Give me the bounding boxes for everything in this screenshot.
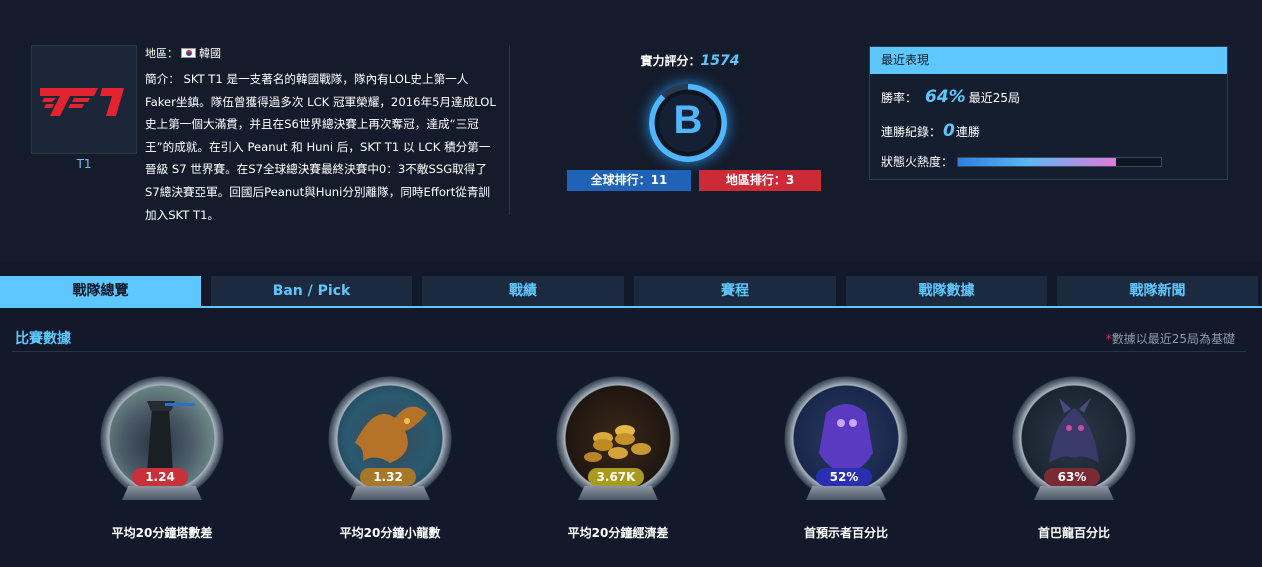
grade-badge: B: [649, 84, 727, 162]
heat-label: 狀態火熱度：: [881, 155, 954, 169]
stat-medal: 52%: [782, 376, 910, 500]
stat-medal: 3.67K: [554, 376, 682, 500]
stat-label: 首預示者百分比: [803, 526, 888, 540]
stat-dragon-count: 1.32 平均20分鐘小龍數: [326, 376, 454, 546]
section-title: 比賽數據: [15, 331, 71, 347]
stat-medal: 1.24: [98, 376, 226, 500]
grade-letter: B: [673, 98, 703, 142]
stat-medal: 1.32: [326, 376, 454, 500]
stat-value-pill: 52%: [816, 468, 872, 486]
stat-label: 平均20分鐘小龍數: [339, 526, 441, 540]
korea-flag-icon: [181, 48, 196, 58]
region-label: 地區：: [145, 47, 178, 60]
stat-label: 平均20分鐘經濟差: [567, 526, 669, 540]
tab-schedule[interactable]: 賽程: [634, 276, 836, 306]
team-name: T1: [76, 157, 92, 171]
section-divider: [12, 351, 1246, 352]
stat-tower-diff: 1.24 平均20分鐘塔數差: [98, 376, 226, 546]
winrate-suffix: 最近25局: [968, 91, 1020, 105]
region-value: 韓國: [199, 47, 221, 60]
rating-score: 實力評分：1574: [560, 52, 820, 69]
t1-logo-icon: [40, 88, 124, 116]
stat-first-herald: 52% 首預示者百分比: [782, 376, 910, 546]
heat-bar-fill: [958, 158, 1117, 166]
divider: [509, 45, 510, 215]
global-rank-badge: 全球排行：11: [567, 170, 691, 191]
heat-row: 狀態火熱度：: [881, 153, 1163, 170]
stat-value-pill: 3.67K: [588, 468, 644, 486]
streak-value: 0: [943, 121, 955, 141]
team-description: 簡介： SKT T1 是一支著名的韓國戰隊，隊內有LOL史上第一人Faker坐鎮…: [145, 72, 496, 222]
team-region: 地區： 韓國: [145, 45, 221, 61]
stat-label: 平均20分鐘塔數差: [111, 526, 213, 540]
winrate-label: 勝率：: [881, 91, 918, 105]
tab-underline: [0, 306, 1262, 308]
stat-medal: 63%: [1010, 376, 1138, 500]
stat-value-pill: 63%: [1044, 468, 1100, 486]
winrate-value: 64%: [925, 87, 966, 107]
stat-value-pill: 1.32: [360, 468, 416, 486]
tab-ban-pick[interactable]: Ban / Pick: [211, 276, 412, 306]
winrate-row: 勝率： 64% 最近25局: [881, 87, 1020, 107]
stat-first-baron: 63% 首巴龍百分比: [1010, 376, 1138, 546]
team-logo: [31, 45, 137, 154]
tab-team-overview[interactable]: 戰隊總覽: [0, 276, 201, 307]
team-header: T1 地區： 韓國 簡介： SKT T1 是一支著名的韓國戰隊，隊內有LOL史上…: [0, 0, 1262, 262]
tab-bar: 戰隊總覽 Ban / Pick 戰績 賽程 戰隊數據 戰隊新聞: [0, 276, 1262, 308]
streak-suffix: 連勝: [955, 125, 980, 139]
stat-gold-diff: 3.67K 平均20分鐘經濟差: [554, 376, 682, 546]
recent-performance-panel: 最近表現 勝率： 64% 最近25局 連勝紀錄： 0 連勝 狀態火熱度：: [869, 46, 1228, 180]
tab-team-data[interactable]: 戰隊數據: [846, 276, 1047, 306]
tab-record[interactable]: 戰績: [422, 276, 624, 306]
stat-value-pill: 1.24: [132, 468, 188, 486]
rating-value: 1574: [700, 53, 740, 69]
recent-performance-title: 最近表現: [870, 47, 1227, 74]
streak-label: 連勝紀錄：: [881, 125, 942, 139]
stat-label: 首巴龍百分比: [1037, 526, 1110, 540]
section-note: *數據以最近25局為基礎: [1106, 330, 1235, 347]
rating-label: 實力評分：: [640, 54, 701, 68]
streak-row: 連勝紀錄： 0 連勝: [881, 121, 980, 141]
heat-bar: [957, 157, 1163, 167]
note-text: 數據以最近25局為基礎: [1111, 332, 1235, 346]
tab-team-news[interactable]: 戰隊新聞: [1057, 276, 1258, 306]
region-rank-badge: 地區排行：3: [699, 170, 821, 191]
